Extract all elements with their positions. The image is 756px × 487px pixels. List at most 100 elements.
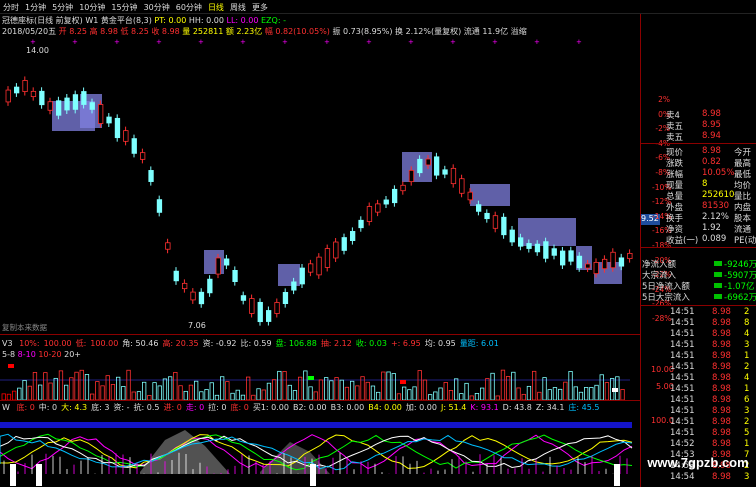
volume-chart[interactable]: [0, 360, 640, 400]
period-tab-2[interactable]: 5分钟: [49, 0, 76, 15]
signal-marker: +: [492, 38, 498, 46]
candle-body: [139, 152, 146, 160]
period-tab-3[interactable]: 10分钟: [76, 0, 108, 15]
period-tab-0[interactable]: 分时: [0, 0, 22, 15]
volume-bar: [79, 369, 84, 400]
quote-row: 换手 2.12% 股本: [666, 212, 752, 224]
volume-bar: [235, 389, 240, 400]
volume-bar: [412, 386, 417, 400]
candle-body: [106, 116, 112, 124]
candle-body: [56, 100, 62, 116]
hh-value: HH: 0.00: [188, 16, 224, 25]
candle-body: [618, 257, 625, 267]
signal-marker: +: [156, 38, 162, 46]
candle-body: [148, 170, 154, 182]
osc-area: [140, 430, 230, 474]
volume-bar: [157, 385, 162, 400]
oscillator-chart[interactable]: [0, 412, 640, 487]
ohlc-float: 流通 11.9亿: [463, 27, 509, 36]
oscillator-stat-1: 中: 0: [38, 403, 58, 412]
oscillator-stat-12: B3: 0.00: [330, 403, 365, 412]
candle-body: [131, 138, 137, 154]
quote-row: 现价 8.98 今开: [666, 146, 752, 158]
oscillator-stat-17: D: 43.8: [502, 403, 532, 412]
vol-sub-c: 10-20: [38, 350, 62, 359]
data-note: 复制本来数据: [2, 323, 47, 332]
period-tab-7[interactable]: 日线: [205, 0, 227, 15]
candle-body: [551, 248, 557, 256]
volume-stat-7: 比: 0.59: [240, 339, 272, 348]
period-tab-8[interactable]: 周线: [227, 0, 249, 15]
stock-name: 冠德座标(日线 前复权): [2, 16, 83, 25]
platform-box: [470, 184, 510, 206]
signal-marker: +: [30, 38, 36, 46]
volume-stat-13: 量距: 6.01: [459, 339, 499, 348]
volume-bar: [225, 381, 230, 400]
volume-bar: [292, 390, 298, 400]
period-tab-6[interactable]: 60分钟: [173, 0, 205, 15]
volume-bar: [230, 392, 235, 400]
volume-indicator-line: V3 10%: 100.00 低: 100.00 角: 50.46 高: 20.35 资: …: [2, 338, 503, 349]
candle-body: [375, 203, 381, 213]
volume-bar: [355, 385, 360, 400]
volume-bar: [183, 390, 188, 400]
candle-body: [299, 267, 305, 285]
volume-bar: [11, 390, 17, 400]
high-price-label: 14.00: [26, 46, 49, 55]
volume-bar: [464, 382, 469, 400]
tick-row: 14:51 8.98 4: [670, 329, 750, 339]
candle-body: [190, 291, 196, 301]
volume-bar: [282, 371, 287, 400]
ohlc-turn: 换 2.12%(量复权): [395, 27, 462, 36]
volume-bar: [245, 376, 251, 400]
panel-divider: [0, 334, 640, 335]
volume-bar: [110, 384, 116, 400]
candle-body: [165, 242, 171, 250]
money-flow-row: 大宗流入 -5907万: [642, 271, 756, 281]
oscillator-stat-11: B2: 0.00: [292, 403, 327, 412]
candle-body: [81, 91, 87, 105]
candle-body: [391, 188, 398, 204]
candle-body: [47, 101, 53, 111]
volume-bar: [526, 385, 532, 400]
candle-body: [433, 156, 440, 176]
volume-stat-6: 资: -0.92: [202, 339, 237, 348]
volume-bar: [277, 370, 282, 400]
volume-bar: [485, 378, 490, 400]
volume-stat-5: 高: 20.35: [162, 339, 199, 348]
period-tab-9[interactable]: 更多: [249, 0, 271, 15]
candle-body: [400, 184, 406, 192]
signal-marker: +: [324, 38, 330, 46]
oscillator-stat-18: Z: 34.1: [535, 403, 565, 412]
osc-signal-bar: [10, 464, 16, 486]
volume-bar: [500, 369, 506, 400]
volume-bar: [308, 386, 313, 400]
osc-signal-bar: [310, 464, 316, 486]
oscillator-label: W: [2, 403, 10, 412]
volume-bar: [271, 379, 277, 400]
tick-row: 14:51 8.98 8: [670, 318, 750, 328]
oscillator-stat-5: 抗: 0.5: [133, 403, 160, 412]
signal-marker: +: [408, 38, 414, 46]
period-tab-1[interactable]: 1分钟: [22, 0, 49, 15]
candlestick-chart[interactable]: + + + + + + + + + + + + + +: [0, 36, 640, 333]
tick-row: 14:51 8.98 4: [670, 373, 750, 383]
candle-body: [501, 216, 507, 236]
series-name: W1 黄金平台(8,3): [85, 16, 152, 25]
volume-bar: [516, 387, 521, 400]
ohlc-open: 开 8.25: [58, 27, 88, 36]
candle-body: [492, 215, 499, 229]
candle-body: [593, 261, 599, 275]
period-tab-5[interactable]: 30分钟: [141, 0, 173, 15]
volume-bar: [27, 385, 32, 400]
candle-body: [467, 191, 473, 201]
volume-bar: [490, 372, 495, 400]
period-tab-4[interactable]: 15分钟: [108, 0, 140, 15]
ohlc-change: 幅 0.82(10.05%): [264, 27, 330, 36]
volume-bar: [193, 380, 199, 400]
watermark: www.7gpzb.com: [647, 455, 749, 470]
volume-bar: [365, 381, 370, 400]
ohlc-low: 低 8.25: [120, 27, 149, 36]
volume-bar: [604, 382, 610, 400]
ohlc-tag: 溢缩: [510, 27, 527, 36]
